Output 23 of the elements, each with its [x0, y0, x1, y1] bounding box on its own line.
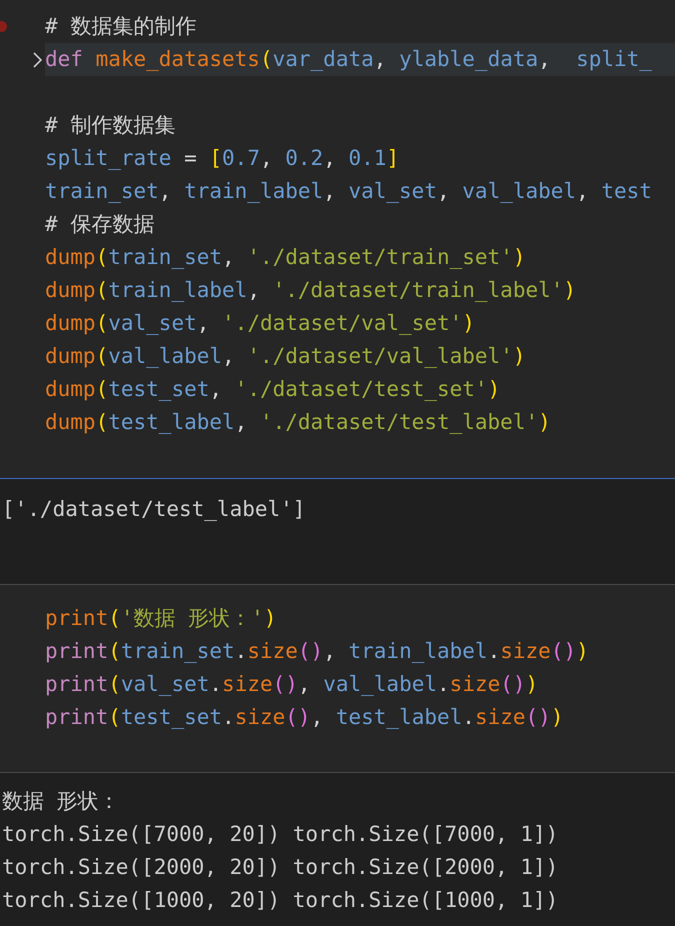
code-line: # 保存数据: [45, 211, 156, 238]
code-line: train_set, train_label, val_set, val_label, test: [45, 178, 653, 205]
code-line: print(val_set.size(), val_label.size()): [45, 671, 540, 698]
code-line: # 制作数据集: [45, 112, 176, 139]
output-line: 数据 形状：: [2, 788, 121, 815]
output-line: torch.Size([2000, 20]) torch.Size([2000, 1]): [2, 854, 560, 881]
code-cell[interactable]: print('数据 形状：') print(train_set.size(), train_label.size()) print(val_set.size(), val_label.size()) print(test_set.size(), test_label.size()): [0, 585, 675, 773]
code-line: dump(test_label, './dataset/test_label'): [45, 409, 552, 436]
code-line: split_rate = [0.7, 0.2, 0.1]: [45, 145, 400, 172]
chevron-icon[interactable]: [33, 52, 42, 68]
code-cell[interactable]: [0, 0, 675, 479]
code-line: print(train_set.size(), train_label.size()): [45, 638, 590, 665]
code-line: dump(train_label, './dataset/train_label'): [45, 277, 578, 304]
code-line: print('数据 形状：'): [45, 605, 278, 632]
code-line: print(test_set.size(), test_label.size()): [45, 704, 564, 731]
code-line: dump(val_label, './dataset/val_label'): [45, 343, 526, 370]
code-line: # 数据集的制作: [45, 13, 198, 40]
output-line: torch.Size([1000, 20]) torch.Size([1000, 1]): [2, 887, 560, 914]
output-line: torch.Size([7000, 20]) torch.Size([7000, 1]): [2, 821, 560, 848]
code-line: dump(val_set, './dataset/val_set'): [45, 310, 476, 337]
code-line: dump(train_set, './dataset/train_set'): [45, 244, 526, 271]
code-line: dump(test_set, './dataset/test_set'): [45, 376, 502, 403]
output-line: ['./dataset/test_label']: [2, 496, 306, 523]
